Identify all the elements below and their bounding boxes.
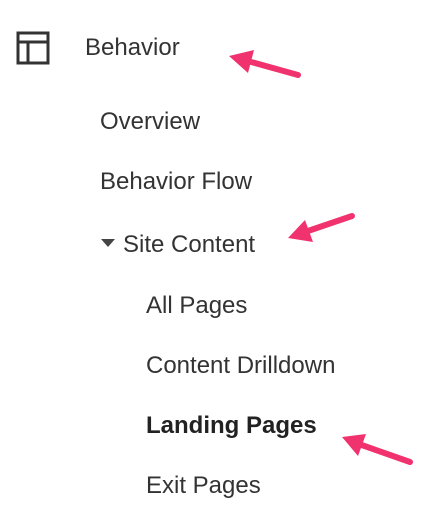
caret-down-icon[interactable] (101, 239, 115, 247)
sidebar-subitem-exit-pages[interactable]: Exit Pages (146, 471, 261, 501)
sidebar-subitem-landing-pages[interactable]: Landing Pages (146, 411, 317, 441)
sidebar-nav: Behavior Overview Behavior Flow Site Con… (0, 0, 432, 522)
arrow-pointer-icon (288, 213, 355, 242)
sidebar-subitem-all-pages[interactable]: All Pages (146, 291, 247, 321)
sidebar-item-overview[interactable]: Overview (100, 107, 200, 137)
annotation-arrows (229, 50, 413, 465)
sidebar-subitem-content-drilldown[interactable]: Content Drilldown (146, 351, 335, 381)
layout-icon (16, 31, 50, 65)
sidebar-section-behavior[interactable]: Behavior (85, 33, 180, 63)
sidebar-item-site-content[interactable]: Site Content (123, 230, 255, 260)
sidebar-item-behavior-flow[interactable]: Behavior Flow (100, 167, 252, 197)
arrow-pointer-icon (229, 50, 301, 78)
arrow-pointer-icon (342, 434, 413, 465)
